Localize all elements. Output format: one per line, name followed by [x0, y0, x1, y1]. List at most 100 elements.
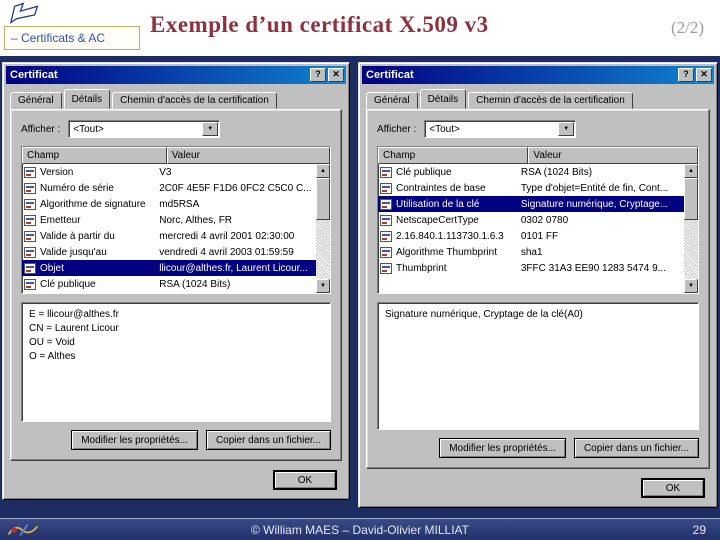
certificate-field-icon — [380, 166, 392, 178]
field-row[interactable]: Clé publique RSA (1024 Bits) — [22, 276, 316, 292]
certificate-field-icon — [24, 278, 36, 290]
certificate-dialog-left: Certificat ? ✕ Général Détails Chemin d'ac… — [2, 62, 350, 500]
certificate-field-icon — [24, 262, 36, 274]
show-row: Afficher : <Tout> ▼ — [21, 120, 331, 138]
footer-logo — [7, 524, 39, 536]
field-row[interactable]: Clé publique RSA (1024 Bits) — [378, 164, 684, 180]
certificate-field-icon — [380, 198, 392, 210]
column-header-champ[interactable]: Champ — [22, 147, 167, 164]
scrollbar-track[interactable] — [684, 178, 698, 279]
tab-page-details: Afficher : <Tout> ▼ Champ Valeur Version… — [10, 109, 342, 461]
detail-line: Signature numérique, Cryptage de la clé(… — [385, 309, 583, 320]
scroll-down-icon[interactable]: ▼ — [316, 279, 330, 293]
field-value: llicour@althes.fr, Laurent Licour... — [159, 262, 308, 274]
field-row[interactable]: Algorithme Thumbprint sha1 — [378, 244, 684, 260]
scroll-up-icon[interactable]: ▲ — [684, 164, 698, 178]
tab[interactable]: Détails — [419, 89, 467, 109]
listview-header: Champ Valeur — [378, 147, 698, 164]
field-name: Algorithme Thumbprint — [396, 246, 497, 258]
flag-doodle-icon — [9, 2, 39, 24]
show-combobox[interactable]: <Tout> ▼ — [424, 120, 577, 138]
show-combobox[interactable]: <Tout> ▼ — [68, 120, 221, 138]
field-name: Algorithme de signature — [40, 198, 146, 210]
field-name: NetscapeCertType — [396, 214, 479, 226]
tab[interactable]: Général — [10, 92, 62, 109]
field-row[interactable]: Emetteur Norc, Althes, FR — [22, 212, 316, 228]
detail-line: O = Althes — [29, 351, 76, 362]
certificate-field-icon — [24, 182, 36, 194]
scroll-up-icon[interactable]: ▲ — [316, 164, 330, 178]
field-name: Valide jusqu'au — [40, 246, 107, 258]
help-button[interactable]: ? — [310, 68, 326, 82]
listview-header: Champ Valeur — [22, 147, 330, 164]
field-row[interactable]: Contraintes de base Type d'objet=Entité … — [378, 180, 684, 196]
scroll-down-icon[interactable]: ▼ — [684, 279, 698, 293]
footer-credit: © William MAES – David-Olivier MILLIAT — [251, 523, 469, 537]
slide: – Certificats & AC Exemple d’un certific… — [0, 0, 720, 540]
field-name: 2.16.840.1.113730.1.6.3 — [396, 230, 504, 242]
tabstrip: Général Détails Chemin d'accès de la certi… — [10, 89, 342, 109]
certificate-field-icon — [24, 198, 36, 210]
ok-row: OK — [641, 478, 705, 498]
certificate-field-icon — [380, 214, 392, 226]
tabstrip: Général Détails Chemin d'accès de la certi… — [366, 89, 710, 109]
field-value: vendredi 4 avril 2003 01:59:59 — [159, 246, 294, 258]
field-row[interactable]: NetscapeCertType 0302 0780 — [378, 212, 684, 228]
field-row[interactable]: Valide jusqu'au vendredi 4 avril 2003 01… — [22, 244, 316, 260]
scrollbar-thumb[interactable] — [684, 178, 698, 220]
combo-dropdown-icon[interactable]: ▼ — [558, 122, 575, 136]
dialog-titlebar[interactable]: Certificat ? ✕ — [6, 66, 346, 84]
field-detail-box[interactable]: E = llicour@althes.fr CN = Laurent Licour… — [21, 302, 331, 422]
certificate-field-icon — [24, 166, 36, 178]
list-scrollbar[interactable]: ▲ ▼ — [316, 164, 330, 293]
column-header-champ[interactable]: Champ — [378, 147, 529, 164]
ok-button[interactable]: OK — [273, 470, 337, 490]
certificate-field-icon — [24, 230, 36, 242]
dialog-title: Certificat — [366, 69, 414, 81]
tab[interactable]: Détails — [63, 89, 111, 109]
copy-to-file-button[interactable]: Copier dans un fichier... — [573, 438, 699, 458]
field-row[interactable]: Thumbprint 3FFC 31A3 EE90 1283 5474 9... — [378, 260, 684, 276]
field-row[interactable]: Utilisation de la clé Signature numériqu… — [378, 196, 684, 212]
field-value: 0101 FF — [520, 230, 559, 242]
copy-to-file-button[interactable]: Copier dans un fichier... — [205, 430, 331, 450]
tab[interactable]: Général — [366, 92, 418, 109]
ok-button[interactable]: OK — [641, 478, 705, 498]
tab[interactable]: Chemin d'accès de la certification — [468, 92, 633, 109]
column-header-valeur[interactable]: Valeur — [528, 147, 698, 164]
field-row[interactable]: Objet llicour@althes.fr, Laurent Licour.… — [22, 260, 316, 276]
close-button[interactable]: ✕ — [328, 68, 344, 82]
field-value: md5RSA — [159, 198, 200, 210]
close-button[interactable]: ✕ — [696, 68, 712, 82]
help-button[interactable]: ? — [678, 68, 694, 82]
detail-line: OU = Void — [29, 337, 75, 348]
dialog-title: Certificat — [10, 69, 58, 81]
certificate-field-icon — [380, 246, 392, 258]
field-row[interactable]: 2.16.840.1.113730.1.6.3 0101 FF — [378, 228, 684, 244]
field-row[interactable]: Numéro de série 2C0F 4E5F F1D6 0FC2 C5C0… — [22, 180, 316, 196]
scrollbar-thumb[interactable] — [316, 178, 330, 220]
field-name: Clé publique — [40, 278, 96, 290]
certificate-dialog-right: Certificat ? ✕ Général Détails Chemin d'ac… — [358, 62, 718, 508]
action-button-row: Modifier les propriétés... Copier dans u… — [377, 438, 699, 458]
certificate-field-icon — [380, 262, 392, 274]
list-scrollbar[interactable]: ▲ ▼ — [684, 164, 698, 293]
tab[interactable]: Chemin d'accès de la certification — [112, 92, 277, 109]
field-row[interactable]: Valide à partir du mercredi 4 avril 2001… — [22, 228, 316, 244]
field-value: 2C0F 4E5F F1D6 0FC2 C5C0 C... — [159, 182, 312, 194]
column-header-valeur[interactable]: Valeur — [166, 147, 330, 164]
field-detail-box[interactable]: Signature numérique, Cryptage de la clé(… — [377, 302, 699, 430]
scrollbar-track[interactable] — [316, 178, 330, 279]
field-value: V3 — [159, 166, 172, 178]
field-value: Norc, Althes, FR — [159, 214, 233, 226]
edit-properties-button[interactable]: Modifier les propriétés... — [71, 430, 198, 450]
certificate-field-icon — [24, 214, 36, 226]
edit-properties-button[interactable]: Modifier les propriétés... — [439, 438, 566, 458]
field-name: Thumbprint — [396, 262, 447, 274]
field-row[interactable]: Version V3 — [22, 164, 316, 180]
combo-dropdown-icon[interactable]: ▼ — [202, 122, 219, 136]
show-row: Afficher : <Tout> ▼ — [377, 120, 699, 138]
slide-header: – Certificats & AC Exemple d’un certific… — [0, 0, 720, 56]
field-row[interactable]: Algorithme de signature md5RSA — [22, 196, 316, 212]
dialog-titlebar[interactable]: Certificat ? ✕ — [362, 66, 714, 84]
